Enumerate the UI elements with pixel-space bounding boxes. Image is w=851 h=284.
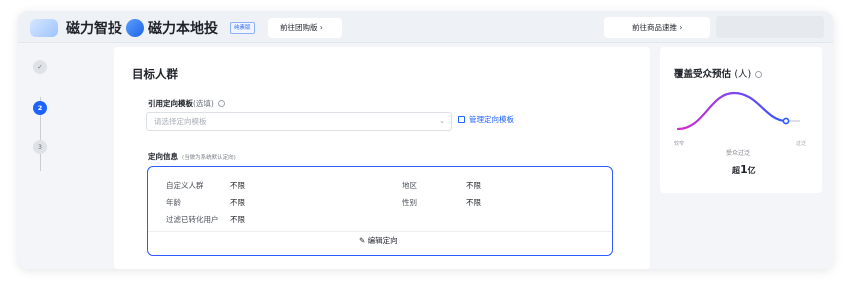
step-indicator: ✓ 2 3 [18,43,114,269]
edit-targeting-button[interactable]: ✎ 编辑定向 [359,235,398,246]
top-header: 磁力智投 磁力本地投 纯素版 前往团购版 › 前往商品速推 › [18,11,833,43]
version-tag: 纯素版 [230,22,255,34]
row-value-region: 不限 [466,181,481,190]
manage-template-label: 管理定向模板 [469,115,514,124]
step-1-check-icon[interactable]: ✓ [33,60,47,74]
step-3[interactable]: 3 [33,140,47,154]
row-key-gender: 性别 [402,198,417,207]
axis-center-label: 受众过泛 [726,150,751,157]
curve-marker [782,117,790,125]
estimate-number: 1 [740,163,748,176]
local-logo-icon [126,19,144,37]
targeting-label-text: 定向信息 [148,152,178,161]
estimate-suffix: 亿 [747,166,756,175]
row-key-age: 年龄 [166,198,181,207]
targeting-label: 定向信息 (当做为系统默认定向) [148,151,236,162]
template-label-text: 引用定向模板 [148,99,193,108]
external-link-icon [458,116,465,123]
section-title: 目标人群 [132,67,178,81]
targeting-box: 自定义人群 不限 年龄 不限 过滤已转化用户 不限 地区 不限 性别 不限 ✎ … [147,166,613,256]
row-key-region: 地区 [402,181,417,190]
estimate-prefix: 超 [732,166,740,175]
audience-curve [676,91,800,131]
user-area[interactable] [716,16,824,38]
logo-icon [30,19,58,37]
info-icon[interactable] [755,71,763,78]
header-divider [114,21,115,35]
row-value-gender: 不限 [466,198,481,207]
manage-template-link[interactable]: 管理定向模板 [458,114,514,125]
main-panel: 目标人群 引用定向模板(选填) 请选择定向模板 ⌄ 管理定向模板 定向信息 (当做… [114,47,650,269]
row-value-age: 不限 [230,198,245,207]
audience-estimate-panel: 覆盖受众预估 (人) 较窄 过泛 受众过泛 超1亿 [660,47,822,193]
goods-link-button[interactable]: 前往商品速推 › [604,17,710,38]
estimate-title-text: 覆盖受众预估 [674,69,732,80]
axis-right-label: 过泛 [796,141,807,147]
step-2[interactable]: 2 [33,101,47,115]
estimate-title: 覆盖受众预估 (人) [674,66,763,80]
template-optional-text: (选填) [193,99,214,108]
curve-line [676,91,788,131]
template-select[interactable]: 请选择定向模板 ⌄ [146,112,452,131]
estimate-value: 超1亿 [732,163,756,176]
app-window: 磁力智投 磁力本地投 纯素版 前往团购版 › 前往商品速推 › ✓ 2 3 目标… [18,11,833,269]
chevron-down-icon: ⌄ [439,117,445,125]
edit-divider [148,231,611,232]
tuangou-link-button[interactable]: 前往团购版 › [268,18,342,38]
targeting-hint: (当做为系统默认定向) [182,155,236,161]
info-icon[interactable] [217,100,225,107]
row-value-filter-converted: 不限 [230,215,245,224]
template-placeholder: 请选择定向模板 [154,117,207,126]
local-title: 磁力本地投 [148,21,218,37]
row-key-custom-audience: 自定义人群 [166,181,204,190]
row-key-filter-converted: 过滤已转化用户 [166,215,219,224]
estimate-unit: (人) [734,69,752,80]
axis-left-label: 较窄 [674,141,685,147]
template-label: 引用定向模板(选填) [148,98,225,109]
row-value-custom-audience: 不限 [230,181,245,190]
